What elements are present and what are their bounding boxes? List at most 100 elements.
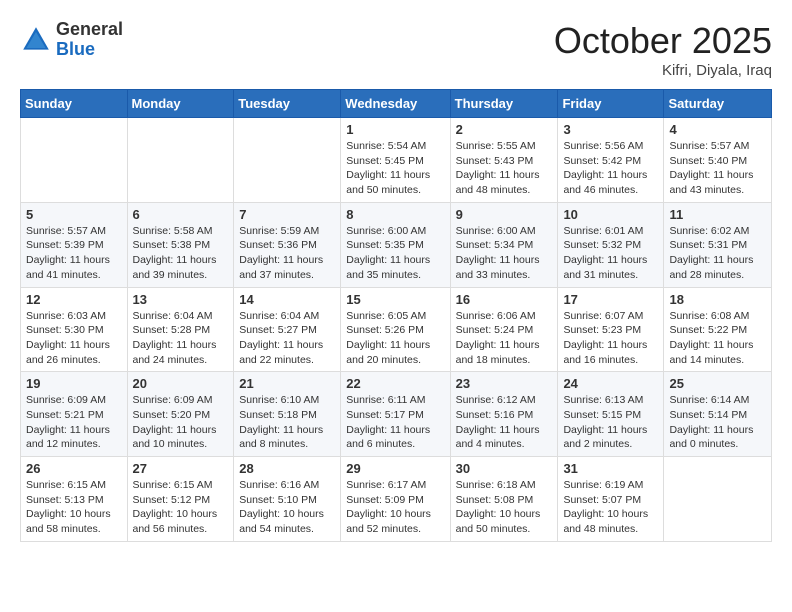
- logo-blue: Blue: [56, 40, 123, 60]
- day-info: Sunrise: 5:57 AM Sunset: 5:39 PM Dayligh…: [26, 224, 122, 283]
- weekday-header: Friday: [558, 90, 664, 118]
- day-number: 20: [133, 376, 229, 391]
- day-info: Sunrise: 5:58 AM Sunset: 5:38 PM Dayligh…: [133, 224, 229, 283]
- day-info: Sunrise: 6:11 AM Sunset: 5:17 PM Dayligh…: [346, 393, 444, 452]
- day-info: Sunrise: 6:01 AM Sunset: 5:32 PM Dayligh…: [563, 224, 658, 283]
- weekday-header: Saturday: [664, 90, 772, 118]
- calendar-cell: 17Sunrise: 6:07 AM Sunset: 5:23 PM Dayli…: [558, 287, 664, 372]
- logo-icon: [20, 24, 52, 56]
- day-number: 2: [456, 122, 553, 137]
- day-number: 4: [669, 122, 766, 137]
- day-number: 23: [456, 376, 553, 391]
- weekday-header-row: SundayMondayTuesdayWednesdayThursdayFrid…: [21, 90, 772, 118]
- day-info: Sunrise: 6:00 AM Sunset: 5:34 PM Dayligh…: [456, 224, 553, 283]
- day-number: 22: [346, 376, 444, 391]
- day-number: 19: [26, 376, 122, 391]
- weekday-header: Monday: [127, 90, 234, 118]
- month-title: October 2025: [554, 20, 772, 62]
- calendar-cell: 27 Sunrise: 6:15 AM Sunset: 5:12 PM Dayli…: [127, 457, 234, 542]
- calendar-table: SundayMondayTuesdayWednesdayThursdayFrid…: [20, 89, 772, 542]
- day-info: Sunrise: 6:02 AM Sunset: 5:31 PM Dayligh…: [669, 224, 766, 283]
- day-number: 30: [456, 461, 553, 476]
- calendar-cell: 19 Sunrise: 6:09 AM Sunset: 5:21 PM Dayli…: [21, 372, 128, 457]
- calendar-cell: [234, 118, 341, 203]
- logo: General Blue: [20, 20, 123, 60]
- day-info: Sunrise: 6:03 AM Sunset: 5:30 PM Dayligh…: [26, 309, 122, 368]
- day-number: 24: [563, 376, 658, 391]
- calendar-cell: 4 Sunrise: 5:57 AM Sunset: 5:40 PM Daylig…: [664, 118, 772, 203]
- day-number: 8: [346, 207, 444, 222]
- weekday-header: Wednesday: [341, 90, 450, 118]
- logo-general: General: [56, 20, 123, 40]
- calendar-cell: 18 Sunrise: 6:08 AM Sunset: 5:22 PM Dayli…: [664, 287, 772, 372]
- day-info: Sunrise: 5:57 AM Sunset: 5:40 PM Dayligh…: [669, 139, 766, 198]
- calendar-cell: 6 Sunrise: 5:58 AM Sunset: 5:38 PM Daylig…: [127, 202, 234, 287]
- calendar-cell: 13 Sunrise: 6:04 AM Sunset: 5:28 PM Dayli…: [127, 287, 234, 372]
- day-number: 10: [563, 207, 658, 222]
- day-number: 9: [456, 207, 553, 222]
- calendar-cell: 22 Sunrise: 6:11 AM Sunset: 5:17 PM Dayli…: [341, 372, 450, 457]
- day-number: 5: [26, 207, 122, 222]
- day-info: Sunrise: 5:54 AM Sunset: 5:45 PM Dayligh…: [346, 139, 444, 198]
- calendar-cell: 1 Sunrise: 5:54 AM Sunset: 5:45 PM Daylig…: [341, 118, 450, 203]
- day-info: Sunrise: 6:04 AM Sunset: 5:27 PM Dayligh…: [239, 309, 335, 368]
- calendar-cell: 30 Sunrise: 6:18 AM Sunset: 5:08 PM Dayli…: [450, 457, 558, 542]
- day-info: Sunrise: 6:09 AM Sunset: 5:20 PM Dayligh…: [133, 393, 229, 452]
- day-number: 1: [346, 122, 444, 137]
- day-number: 26: [26, 461, 122, 476]
- day-info: Sunrise: 6:05 AM Sunset: 5:26 PM Dayligh…: [346, 309, 444, 368]
- day-number: 28: [239, 461, 335, 476]
- day-info: Sunrise: 5:55 AM Sunset: 5:43 PM Dayligh…: [456, 139, 553, 198]
- day-info: Sunrise: 6:10 AM Sunset: 5:18 PM Dayligh…: [239, 393, 335, 452]
- weekday-header: Tuesday: [234, 90, 341, 118]
- day-number: 31: [563, 461, 658, 476]
- day-info: Sunrise: 6:06 AM Sunset: 5:24 PM Dayligh…: [456, 309, 553, 368]
- day-number: 14: [239, 292, 335, 307]
- day-number: 16: [456, 292, 553, 307]
- calendar-cell: [664, 457, 772, 542]
- calendar-cell: 8Sunrise: 6:00 AM Sunset: 5:35 PM Daylig…: [341, 202, 450, 287]
- calendar-cell: 10 Sunrise: 6:01 AM Sunset: 5:32 PM Dayli…: [558, 202, 664, 287]
- day-number: 13: [133, 292, 229, 307]
- calendar-cell: 9 Sunrise: 6:00 AM Sunset: 5:34 PM Daylig…: [450, 202, 558, 287]
- calendar-cell: 29 Sunrise: 6:17 AM Sunset: 5:09 PM Dayli…: [341, 457, 450, 542]
- day-number: 21: [239, 376, 335, 391]
- day-info: Sunrise: 6:15 AM Sunset: 5:12 PM Dayligh…: [133, 478, 229, 537]
- title-block: October 2025 Kifri, Diyala, Iraq: [554, 20, 772, 79]
- day-number: 3: [563, 122, 658, 137]
- day-info: Sunrise: 6:08 AM Sunset: 5:22 PM Dayligh…: [669, 309, 766, 368]
- day-number: 15: [346, 292, 444, 307]
- calendar-cell: 15 Sunrise: 6:05 AM Sunset: 5:26 PM Dayli…: [341, 287, 450, 372]
- day-info: Sunrise: 6:04 AM Sunset: 5:28 PM Dayligh…: [133, 309, 229, 368]
- day-info: Sunrise: 6:09 AM Sunset: 5:21 PM Dayligh…: [26, 393, 122, 452]
- calendar-week-row: 5 Sunrise: 5:57 AM Sunset: 5:39 PM Daylig…: [21, 202, 772, 287]
- day-info: Sunrise: 5:59 AM Sunset: 5:36 PM Dayligh…: [239, 224, 335, 283]
- day-number: 7: [239, 207, 335, 222]
- weekday-header: Thursday: [450, 90, 558, 118]
- calendar-week-row: 19 Sunrise: 6:09 AM Sunset: 5:21 PM Dayli…: [21, 372, 772, 457]
- day-info: Sunrise: 5:56 AM Sunset: 5:42 PM Dayligh…: [563, 139, 658, 198]
- calendar-cell: 28Sunrise: 6:16 AM Sunset: 5:10 PM Dayli…: [234, 457, 341, 542]
- day-info: Sunrise: 6:18 AM Sunset: 5:08 PM Dayligh…: [456, 478, 553, 537]
- calendar-cell: [127, 118, 234, 203]
- day-info: Sunrise: 6:15 AM Sunset: 5:13 PM Dayligh…: [26, 478, 122, 537]
- calendar-cell: 25Sunrise: 6:14 AM Sunset: 5:14 PM Dayli…: [664, 372, 772, 457]
- calendar-cell: 23Sunrise: 6:12 AM Sunset: 5:16 PM Dayli…: [450, 372, 558, 457]
- day-number: 27: [133, 461, 229, 476]
- calendar-cell: 2 Sunrise: 5:55 AM Sunset: 5:43 PM Daylig…: [450, 118, 558, 203]
- calendar-cell: 11 Sunrise: 6:02 AM Sunset: 5:31 PM Dayli…: [664, 202, 772, 287]
- day-number: 29: [346, 461, 444, 476]
- day-number: 18: [669, 292, 766, 307]
- day-number: 11: [669, 207, 766, 222]
- calendar-week-row: 12Sunrise: 6:03 AM Sunset: 5:30 PM Dayli…: [21, 287, 772, 372]
- day-info: Sunrise: 6:14 AM Sunset: 5:14 PM Dayligh…: [669, 393, 766, 452]
- calendar-cell: 7 Sunrise: 5:59 AM Sunset: 5:36 PM Daylig…: [234, 202, 341, 287]
- page-header: General Blue October 2025 Kifri, Diyala,…: [20, 20, 772, 79]
- calendar-cell: 31Sunrise: 6:19 AM Sunset: 5:07 PM Dayli…: [558, 457, 664, 542]
- day-number: 6: [133, 207, 229, 222]
- day-info: Sunrise: 6:17 AM Sunset: 5:09 PM Dayligh…: [346, 478, 444, 537]
- calendar-cell: 16 Sunrise: 6:06 AM Sunset: 5:24 PM Dayli…: [450, 287, 558, 372]
- day-info: Sunrise: 6:13 AM Sunset: 5:15 PM Dayligh…: [563, 393, 658, 452]
- calendar-cell: 3 Sunrise: 5:56 AM Sunset: 5:42 PM Daylig…: [558, 118, 664, 203]
- calendar-cell: [21, 118, 128, 203]
